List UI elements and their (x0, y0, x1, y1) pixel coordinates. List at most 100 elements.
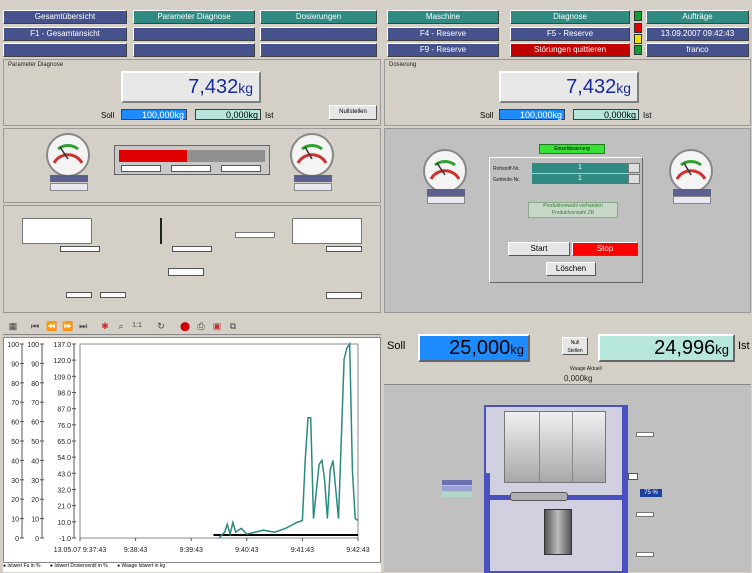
nav-gesamtuebersicht[interactable]: Gesamtübersicht (3, 10, 127, 24)
rohstoff-field[interactable]: 1 (532, 163, 628, 173)
nav-dosierungen[interactable]: Dosierungen (260, 10, 377, 24)
first-icon[interactable]: ⏮ (30, 321, 40, 331)
waage-aktuell-label: Waage Aktuell (570, 366, 602, 372)
bar-label-left (121, 165, 161, 172)
nav-parameter-diagnose[interactable]: Parameter Diagnose (133, 10, 255, 24)
gauge-caption-2 (294, 175, 332, 182)
y-tick-label: 20 (11, 497, 19, 504)
zoom-icon[interactable]: ⌕ (116, 321, 126, 331)
toleranz-field-2[interactable] (172, 246, 212, 252)
y-tick-label: 100 (27, 342, 39, 349)
x-tick-label: 9:41:43 (291, 547, 314, 554)
ist-unit: kg (626, 110, 636, 120)
nav-f9-reserve[interactable]: F9 - Reserve (387, 43, 499, 57)
nav-f1-gesamtansicht[interactable]: F1 - Gesamtansicht (3, 27, 127, 41)
last-icon[interactable]: ⏭ (78, 321, 88, 331)
ist-value: 24,996 (654, 337, 716, 359)
zoom-reset-icon[interactable]: 1:1 (132, 321, 142, 331)
y-tick-label: 70 (11, 400, 19, 407)
print-icon[interactable]: ⎙ (196, 321, 206, 331)
y-tick-label: 50 (31, 439, 39, 446)
refresh-icon[interactable]: ↻ (156, 321, 166, 331)
gewicht-field-1[interactable] (66, 292, 92, 298)
nullstellen-button[interactable]: Nullstellen (329, 105, 377, 120)
toleranz-field-1[interactable] (60, 246, 100, 252)
y-tick-label: 100 (7, 342, 19, 349)
screw-conveyor (510, 492, 568, 501)
left-indicator-2 (442, 486, 472, 491)
y-tick-label: 0 (15, 536, 19, 543)
nav-auftraege[interactable]: Aufträge (646, 10, 749, 24)
right-tag-2 (636, 512, 654, 517)
produktvorwahl-box: Produktvorwahl vorhanden Produktvorwahl … (528, 202, 618, 218)
null-stellen-button[interactable]: Null Stellen (562, 337, 588, 355)
ist-display: 0,000kg (195, 109, 261, 120)
einzeldosierung-panel: Einzeldosierung Rohstoff-Nr. 1 Gebinde-N… (384, 128, 751, 313)
y-tick-label: 21.0 (57, 504, 71, 511)
solldosierung-field[interactable] (326, 246, 362, 252)
loeschen-button[interactable]: Löschen (546, 262, 596, 276)
ist-label: Ist (738, 340, 750, 352)
nav-diagnose[interactable]: Diagnose (510, 10, 630, 24)
nav-empty-4[interactable] (260, 27, 377, 41)
weight-display: 7,432kg (121, 71, 261, 103)
stop-button[interactable]: Stop (572, 242, 638, 256)
y-tick-label: 10.0 (57, 520, 71, 527)
ist-display: 0,000kg (573, 109, 639, 120)
nav-empty-5[interactable] (260, 43, 377, 57)
gebinde-field[interactable]: 1 (532, 174, 628, 184)
nav-stoerungen-quittieren[interactable]: Störungen quittieren (510, 43, 630, 57)
status-indicator-yellow (634, 34, 642, 44)
y-tick-label: -1.0 (59, 536, 71, 543)
left-indicator-3 (442, 492, 472, 497)
y-tick-label: 0 (35, 536, 39, 543)
chart-svg: 1009080706050403020100100908070605040302… (7, 341, 370, 554)
gewicht-field-2[interactable] (100, 292, 126, 298)
param-box-mid (235, 232, 275, 238)
start-button[interactable]: Start (508, 242, 570, 256)
settings-icon[interactable]: ✱ (100, 321, 110, 331)
legend-item-2: ● Istwert Dosierventil in % (49, 563, 108, 569)
parameter-table-panel (3, 205, 381, 313)
soll-unit: kg (510, 342, 524, 357)
hopper-divider-1 (539, 411, 540, 483)
nav-empty-3[interactable] (133, 43, 255, 57)
status-indicator-green-2 (634, 45, 642, 55)
gauge-caption-2 (673, 189, 711, 196)
gauge-value-2 (294, 183, 332, 191)
param-table-right (292, 218, 362, 244)
y-tick-label: 98.0 (57, 391, 71, 398)
gebinde-spin[interactable] (628, 174, 640, 184)
grid-icon[interactable]: ▦ (8, 321, 18, 331)
panel-title: Dosierung (389, 62, 417, 68)
einzeldosierung-status: Einzeldosierung (539, 144, 605, 154)
y-tick-label: 60 (11, 420, 19, 427)
soll-input[interactable]: 100,000kg (121, 109, 187, 120)
soll-input[interactable]: 100,000kg (499, 109, 565, 120)
soll-big-display[interactable]: 25,000kg (418, 334, 530, 362)
nav-maschine[interactable]: Maschine (387, 10, 499, 24)
nav-empty-2[interactable] (133, 27, 255, 41)
rohstoff-spin[interactable] (628, 163, 640, 173)
legend-label-3: Waage Istwert in kg (121, 563, 166, 569)
nav-f5-reserve[interactable]: F5 - Reserve (510, 27, 630, 41)
ist-value: 0,000 (225, 110, 249, 120)
stop-icon[interactable]: ⬤ (180, 321, 190, 331)
y-tick-label: 40 (11, 458, 19, 465)
nav-f4-reserve[interactable]: F4 - Reserve (387, 27, 499, 41)
pct-display: 75 % (640, 489, 662, 497)
soll-label: Soll (480, 111, 494, 120)
nav-empty-1[interactable] (3, 43, 127, 57)
export-icon[interactable]: ⧉ (228, 321, 238, 331)
parameter-diagnose-panel: Parameter Diagnose 7,432kg Soll 100,000k… (3, 59, 381, 126)
y-tick-label: 30 (11, 478, 19, 485)
frequency-gauge (46, 133, 90, 177)
y-tick-label: 43.0 (57, 471, 71, 478)
produktvorwahl-line2: Produktvorwahl ZR (551, 210, 595, 216)
save-icon[interactable]: ▣ (212, 321, 222, 331)
nullmass-field[interactable] (168, 268, 204, 276)
forward-icon[interactable]: ⏩ (62, 321, 73, 331)
trend-chart: 100 90 80 70 60 50 40 30 20 10 0 100 90 80 70 60 50 40 30 2… (3, 337, 381, 563)
rewind-icon[interactable]: ⏪ (46, 321, 57, 331)
vorlast-field[interactable] (326, 292, 362, 299)
